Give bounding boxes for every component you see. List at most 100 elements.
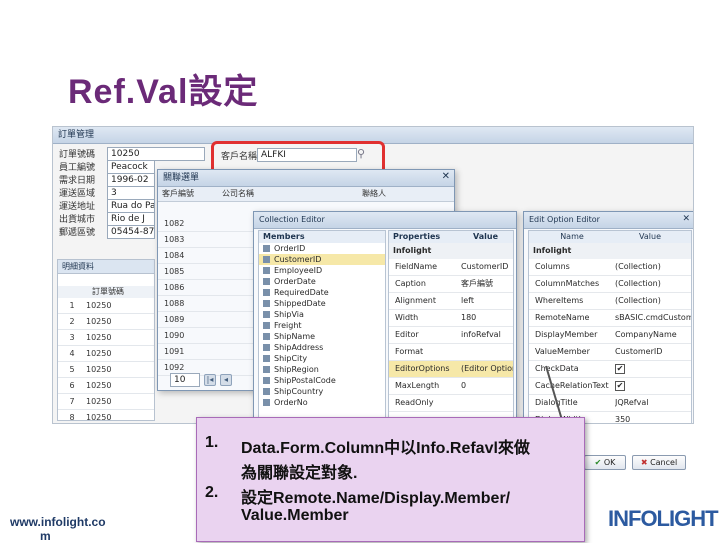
member-item[interactable]: ShippedDate <box>259 298 385 309</box>
ok-label: OK <box>603 458 616 467</box>
option-checkbox[interactable]: ✔ <box>615 361 691 377</box>
member-item[interactable]: OrderID <box>259 243 385 254</box>
table-row[interactable]: 1 10250 <box>58 298 154 314</box>
property-value[interactable] <box>461 395 513 411</box>
lookup-dialog-title-text: 關聯選單 <box>163 173 200 183</box>
member-label: ShipRegion <box>274 365 319 374</box>
table-row[interactable]: 2 10250 <box>58 314 154 330</box>
option-value[interactable]: 350 <box>615 412 691 423</box>
property-value[interactable]: 180 <box>461 310 513 326</box>
property-value[interactable]: (Editor Options) <box>461 361 513 377</box>
property-row[interactable]: Caption 客戶編號 <box>389 276 513 293</box>
property-row-selected[interactable]: EditorOptions (Editor Options) <box>389 361 513 378</box>
member-item[interactable]: EmployeeID <box>259 265 385 276</box>
member-item[interactable]: ShipVia <box>259 309 385 320</box>
member-item[interactable]: OrderDate <box>259 276 385 287</box>
member-item[interactable]: ShipCity <box>259 353 385 364</box>
option-value[interactable]: CompanyName <box>615 327 691 343</box>
member-label: ShippedDate <box>274 299 326 308</box>
first-page-icon[interactable]: |◂ <box>204 374 216 386</box>
properties-header-label: Properties <box>393 232 441 241</box>
option-row[interactable]: ValueMember CustomerID <box>529 344 691 361</box>
property-row[interactable]: ReadOnly <box>389 395 513 412</box>
cancel-icon: ✖ <box>640 458 648 467</box>
field-label: 訂單號碼 <box>59 150 96 160</box>
property-value[interactable] <box>461 344 513 360</box>
customer-input[interactable]: ALFKI <box>257 148 357 162</box>
field-input[interactable]: Peacock <box>107 160 155 174</box>
column-header[interactable]: 客戶編號 <box>158 187 222 201</box>
member-item[interactable]: ShipPostalCode <box>259 375 385 386</box>
column-header[interactable]: 聯絡人 <box>362 187 422 201</box>
member-item[interactable]: RequiredDate <box>259 287 385 298</box>
option-value[interactable]: JQRefval <box>615 395 691 411</box>
option-row[interactable]: RemoteName sBASIC.cmdCustomers <box>529 310 691 327</box>
option-row[interactable]: DisplayMember CompanyName <box>529 327 691 344</box>
property-value[interactable]: infoRefval <box>461 327 513 343</box>
option-row[interactable]: WhereItems (Collection) <box>529 293 691 310</box>
footer-url[interactable]: www.infolight.co m <box>10 515 106 543</box>
checkbox[interactable]: ✔ <box>615 363 625 374</box>
search-icon[interactable]: ⚲ <box>357 147 365 160</box>
member-item-selected[interactable]: CustomerID <box>259 254 385 265</box>
close-icon[interactable]: ✕ <box>442 171 450 183</box>
field-input[interactable]: Rua do Paço <box>107 199 155 213</box>
table-row[interactable]: 4 10250 <box>58 346 154 362</box>
property-row[interactable]: Width 180 <box>389 310 513 327</box>
property-value[interactable]: left <box>461 293 513 309</box>
member-item[interactable]: Freight <box>259 320 385 331</box>
option-checkbox[interactable]: ✔ <box>615 378 691 394</box>
column-icon <box>263 267 270 274</box>
option-value[interactable]: (Collection) <box>615 276 691 292</box>
close-icon[interactable]: ✕ <box>682 213 690 225</box>
property-value[interactable]: 0 <box>461 378 513 394</box>
member-label: OrderDate <box>274 277 316 286</box>
field-input[interactable]: 05454-876 <box>107 225 155 239</box>
table-row[interactable]: 7 10250 <box>58 394 154 410</box>
option-value[interactable]: CustomerID <box>615 344 691 360</box>
property-value[interactable]: 客戶編號 <box>461 276 513 292</box>
detail-tab[interactable]: 明細資料 <box>58 260 154 274</box>
prev-page-icon[interactable]: ◂ <box>220 374 232 386</box>
property-name: ReadOnly <box>395 398 434 407</box>
field-input[interactable]: 1996-02 <box>107 173 155 187</box>
option-name: ValueMember <box>535 347 590 356</box>
lookup-pager: 10 |◂ ◂ <box>170 373 232 387</box>
property-group[interactable]: Infolight <box>389 243 513 259</box>
note-item-2-line-2: Value.Member <box>241 507 349 524</box>
ok-button[interactable]: ✔ OK <box>584 455 626 470</box>
table-row[interactable]: 5 10250 <box>58 362 154 378</box>
row-number: 8 <box>69 413 75 422</box>
option-value[interactable]: (Collection) <box>615 293 691 309</box>
field-input[interactable]: 10250 <box>107 147 205 161</box>
member-item[interactable]: ShipCountry <box>259 386 385 397</box>
column-header[interactable]: 公司名稱 <box>222 187 362 201</box>
table-row[interactable]: 3 10250 <box>58 330 154 346</box>
property-row[interactable]: MaxLength 0 <box>389 378 513 395</box>
option-group[interactable]: Infolight <box>529 243 691 259</box>
member-item[interactable]: ShipName <box>259 331 385 342</box>
table-row[interactable]: 8 10250 <box>58 410 154 423</box>
property-value[interactable]: CustomerID <box>461 259 513 275</box>
option-name: RemoteName <box>535 313 590 322</box>
property-row[interactable]: Editor infoRefval <box>389 327 513 344</box>
property-name: Width <box>395 313 419 322</box>
option-row[interactable]: ColumnMatches (Collection) <box>529 276 691 293</box>
member-item[interactable]: ShipRegion <box>259 364 385 375</box>
check-icon: ✔ <box>594 458 602 467</box>
table-row[interactable]: 6 10250 <box>58 378 154 394</box>
member-item[interactable]: OrderNo <box>259 397 385 408</box>
detail-header: 訂單號碼 <box>58 286 154 298</box>
property-row[interactable]: Alignment left <box>389 293 513 310</box>
field-input[interactable]: Rio de J <box>107 212 155 226</box>
cancel-button[interactable]: ✖ Cancel <box>632 455 686 470</box>
checkbox[interactable]: ✔ <box>615 380 625 391</box>
property-row[interactable]: Format <box>389 344 513 361</box>
member-item[interactable]: ShipAddress <box>259 342 385 353</box>
property-row[interactable]: FieldName CustomerID <box>389 259 513 276</box>
page-size-select[interactable]: 10 <box>170 373 200 387</box>
option-value[interactable]: sBASIC.cmdCustomers <box>615 310 691 326</box>
field-input[interactable]: 3 <box>107 186 155 200</box>
option-row[interactable]: Columns (Collection) <box>529 259 691 276</box>
option-value[interactable]: (Collection) <box>615 259 691 275</box>
